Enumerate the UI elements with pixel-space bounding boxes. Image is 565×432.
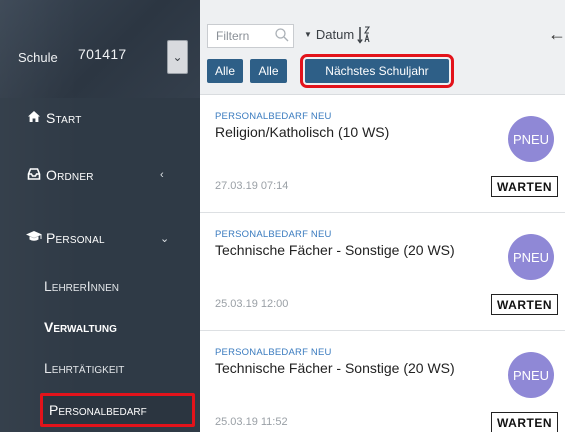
sort-field-dropdown[interactable]: ▼ Datum bbox=[304, 27, 354, 42]
filter-alle-button-1[interactable]: Alle bbox=[207, 59, 243, 83]
nav-label-ordner: Ordner bbox=[46, 167, 94, 183]
list-item[interactable]: PERSONALBEDARF NEU Religion/Katholisch (… bbox=[200, 96, 565, 213]
graduation-cap-icon bbox=[25, 230, 43, 246]
sort-alpha-icon[interactable] bbox=[357, 24, 371, 46]
school-select-button[interactable]: ⌄ bbox=[167, 40, 188, 74]
avatar: PNEU bbox=[508, 116, 554, 162]
home-icon bbox=[25, 110, 43, 126]
avatar: PNEU bbox=[508, 234, 554, 280]
next-school-year-button[interactable]: Nächstes Schuljahr bbox=[300, 54, 454, 88]
card-type: PERSONALBEDARF NEU bbox=[215, 111, 332, 122]
nav-item-ordner[interactable]: Ordner ‹ bbox=[0, 155, 200, 195]
sub-item-lehrerinnen[interactable]: LehrerInnen bbox=[44, 278, 119, 294]
search-icon[interactable] bbox=[274, 27, 290, 43]
card-title: Technische Fächer - Sonstige (20 WS) bbox=[215, 242, 455, 258]
caret-down-icon: ▼ bbox=[304, 30, 312, 39]
nav-label-personal: Personal bbox=[46, 230, 105, 246]
chevron-down-icon: ⌄ bbox=[160, 232, 170, 245]
nav-label-start: Start bbox=[46, 110, 82, 126]
school-label: Schule bbox=[18, 50, 58, 65]
card-date: 25.03.19 11:52 bbox=[215, 416, 288, 428]
sub-item-personalbedarf-label: Personalbedarf bbox=[49, 402, 147, 418]
sub-item-verwaltung[interactable]: Verwaltung bbox=[44, 319, 117, 335]
school-id: 701417 bbox=[78, 46, 127, 62]
inbox-icon bbox=[25, 167, 43, 183]
chevron-left-icon: ‹ bbox=[160, 169, 164, 181]
status-badge: WARTEN bbox=[491, 176, 558, 197]
nav-item-personal[interactable]: Personal ⌄ bbox=[0, 218, 200, 258]
toolbar: ▼ Datum ← Alle Alle Nächstes Schuljahr bbox=[200, 0, 565, 95]
nav-item-start[interactable]: Start bbox=[0, 98, 200, 138]
main-panel: ▼ Datum ← Alle Alle Nächstes Schuljahr P… bbox=[200, 0, 565, 432]
filter-alle-button-2[interactable]: Alle bbox=[250, 59, 287, 83]
arrow-left-icon[interactable]: ← bbox=[548, 24, 565, 45]
card-title: Technische Fächer - Sonstige (20 WS) bbox=[215, 360, 455, 376]
list-item[interactable]: PERSONALBEDARF NEU Technische Fächer - S… bbox=[200, 214, 565, 331]
sub-item-lehrtaetigkeit[interactable]: Lehrtätigkeit bbox=[44, 360, 124, 376]
chevron-down-icon: ⌄ bbox=[172, 50, 183, 64]
sort-field-label: Datum bbox=[315, 27, 355, 42]
status-badge: WARTEN bbox=[491, 294, 558, 315]
card-title: Religion/Katholisch (10 WS) bbox=[215, 124, 390, 140]
card-date: 27.03.19 07:14 bbox=[215, 180, 289, 192]
sidebar: Schule 701417 ⌄ Start Ordner ‹ Personal … bbox=[0, 0, 200, 432]
card-date: 25.03.19 12:00 bbox=[215, 298, 289, 310]
status-badge: WARTEN bbox=[491, 412, 558, 432]
card-type: PERSONALBEDARF NEU bbox=[215, 347, 332, 358]
list-item[interactable]: PERSONALBEDARF NEU Technische Fächer - S… bbox=[200, 332, 565, 432]
card-type: PERSONALBEDARF NEU bbox=[215, 229, 332, 240]
sub-item-personalbedarf[interactable]: Personalbedarf bbox=[40, 393, 195, 427]
avatar: PNEU bbox=[508, 352, 554, 398]
